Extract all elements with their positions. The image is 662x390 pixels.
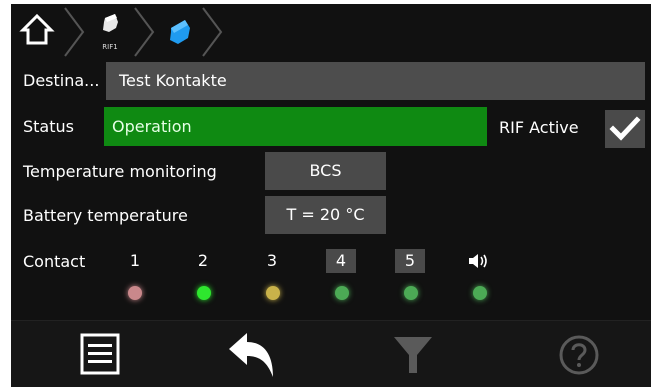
device-screen: RIF1 Destina... Test Kontakte Status Ope…	[11, 4, 651, 387]
destination-label: Destina...	[23, 71, 100, 90]
filter-button[interactable]	[386, 329, 442, 381]
speaker-button[interactable]	[463, 250, 493, 272]
contact-number[interactable]: 4	[326, 249, 356, 273]
contact-label: Contact	[23, 252, 86, 271]
help-icon	[559, 335, 599, 375]
bottom-toolbar	[11, 320, 651, 387]
help-button[interactable]	[551, 329, 607, 381]
breadcrumb: RIF1	[11, 4, 651, 60]
checkmark-icon	[609, 116, 641, 141]
status-value: Operation	[104, 107, 487, 146]
breadcrumb-separator	[134, 7, 155, 57]
rif-active-label: RIF Active	[499, 118, 579, 137]
speaker-icon	[469, 254, 487, 268]
menu-list-icon	[80, 333, 120, 375]
contact-led-3	[266, 286, 280, 300]
contact-number[interactable]: 2	[188, 249, 218, 273]
device-icon-active	[170, 20, 190, 44]
contact-number[interactable]: 1	[120, 249, 150, 273]
contact-led-1	[128, 286, 142, 300]
breadcrumb-separator	[202, 7, 223, 57]
menu-button[interactable]	[73, 329, 129, 381]
back-arrow-icon	[229, 333, 273, 377]
breadcrumb-item-label: RIF1	[102, 43, 118, 51]
temperature-monitoring-button[interactable]: BCS	[265, 152, 386, 190]
destination-field[interactable]: Test Kontakte	[106, 62, 645, 100]
battery-temperature-label: Battery temperature	[23, 206, 188, 225]
status-label: Status	[23, 117, 74, 136]
home-icon	[19, 13, 55, 45]
breadcrumb-item-current[interactable]	[157, 8, 203, 56]
contact-number[interactable]: 5	[395, 249, 425, 273]
battery-temperature-value[interactable]: T = 20 °C	[265, 196, 386, 234]
speaker-led	[473, 286, 487, 300]
rif-active-checkbox[interactable]	[605, 110, 645, 148]
back-button[interactable]	[225, 329, 281, 381]
contact-led-5	[404, 286, 418, 300]
contact-led-4	[335, 286, 349, 300]
device-icon	[103, 14, 118, 32]
filter-icon	[394, 337, 432, 373]
breadcrumb-home[interactable]	[17, 8, 63, 56]
contact-led-2	[197, 286, 211, 300]
breadcrumb-item-rif1[interactable]: RIF1	[87, 8, 133, 56]
temperature-monitoring-label: Temperature monitoring	[23, 162, 217, 181]
contact-number[interactable]: 3	[257, 249, 287, 273]
breadcrumb-separator	[64, 7, 85, 57]
